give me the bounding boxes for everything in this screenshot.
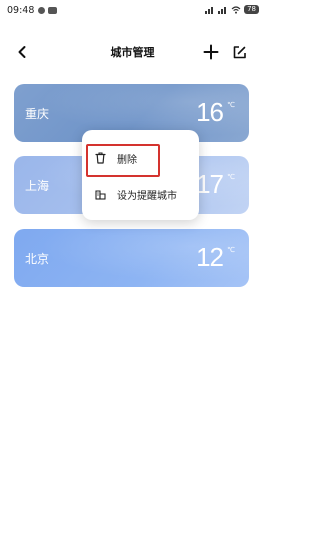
battery-icon: 78 bbox=[244, 5, 259, 14]
notification-dot-icon bbox=[38, 7, 45, 14]
city-name: 上海 bbox=[25, 179, 50, 193]
notification-icons bbox=[38, 7, 57, 14]
city-temperature: 17 bbox=[196, 169, 224, 199]
back-button[interactable] bbox=[10, 40, 34, 64]
trash-icon bbox=[95, 152, 106, 164]
message-icon bbox=[48, 7, 57, 14]
city-name: 北京 bbox=[25, 252, 50, 266]
set-remind-city-menu-item[interactable]: 设为提醒城市 bbox=[82, 178, 199, 210]
nav-bar: 城市管理 bbox=[0, 34, 265, 70]
signal-2-icon bbox=[218, 6, 228, 14]
set-remind-city-label: 设为提醒城市 bbox=[117, 191, 177, 202]
temperature-unit: ℃ bbox=[227, 246, 235, 254]
city-card-beijing[interactable]: 北京 12 ℃ bbox=[14, 229, 249, 287]
temperature-unit: ℃ bbox=[227, 101, 235, 109]
wifi-icon bbox=[231, 5, 241, 14]
status-right-icons: 78 bbox=[205, 5, 259, 14]
city-name: 重庆 bbox=[25, 107, 50, 121]
delete-label: 删除 bbox=[117, 155, 137, 166]
city-building-icon bbox=[95, 190, 106, 200]
temperature-unit: ℃ bbox=[227, 173, 235, 181]
signal-icon bbox=[205, 6, 215, 14]
page-title: 城市管理 bbox=[110, 46, 155, 59]
delete-menu-item[interactable]: 删除 bbox=[82, 142, 199, 174]
edit-button[interactable] bbox=[227, 40, 251, 64]
status-bar: 09:48 78 bbox=[0, 0, 265, 22]
status-time: 09:48 bbox=[7, 5, 35, 16]
city-temperature: 12 bbox=[196, 242, 224, 272]
city-temperature: 16 bbox=[196, 97, 224, 127]
edit-icon bbox=[233, 45, 246, 58]
plus-icon bbox=[203, 44, 219, 60]
add-city-button[interactable] bbox=[199, 40, 223, 64]
context-menu: 删除 设为提醒城市 bbox=[82, 130, 199, 220]
chevron-left-icon bbox=[18, 46, 26, 58]
